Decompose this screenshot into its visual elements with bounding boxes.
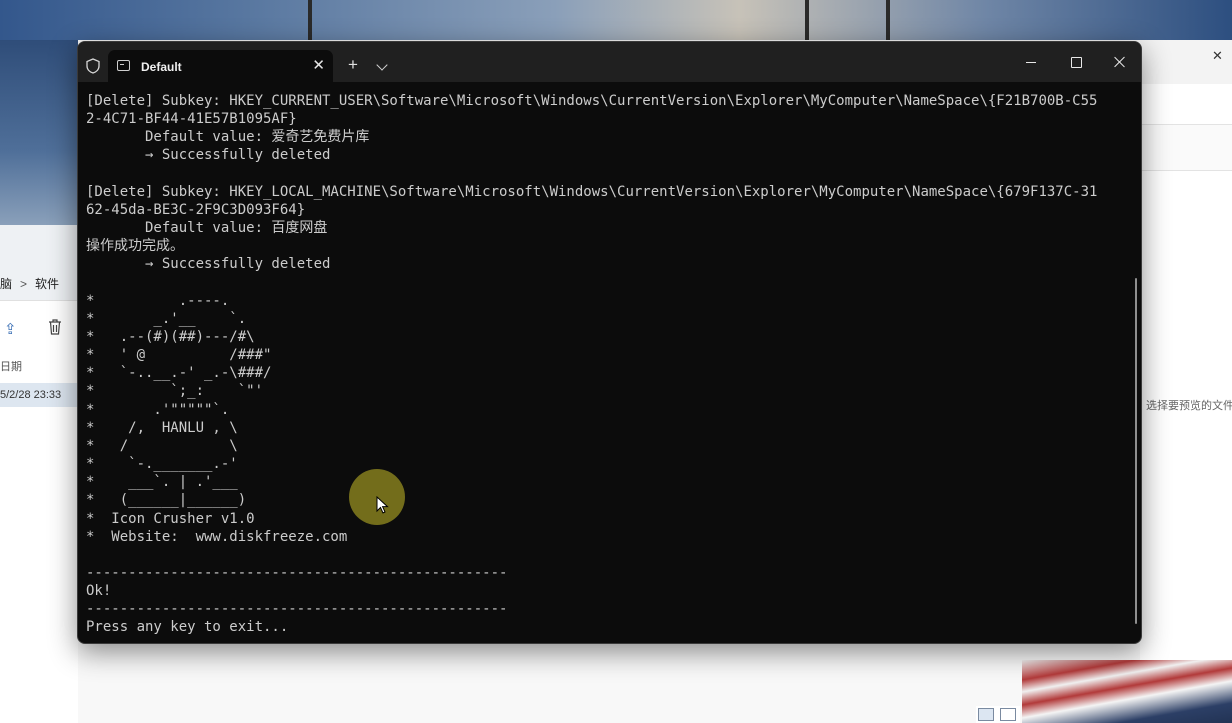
console-line: [Delete] Subkey: HKEY_CURRENT_USER\Softw…: [86, 93, 1098, 109]
file-row-date: 5/2/28 23:33: [0, 389, 62, 401]
ascii-art-line: * ' @ /###": [86, 347, 272, 364]
console-line: → Successfully deleted: [86, 256, 331, 273]
console-line: 62-45da-BE3C-2F9C3D093F64}: [86, 201, 306, 218]
tiles-view-icon[interactable]: [1000, 708, 1016, 721]
separator-line: ----------------------------------------…: [86, 565, 508, 582]
terminal-titlebar[interactable]: Default ✕ +: [78, 42, 1141, 82]
console-line: → Successfully deleted: [86, 147, 331, 164]
ascii-art-line: * .----.: [86, 292, 230, 309]
tab-title: Default: [141, 60, 182, 74]
console-line: 2-4C71-BF44-41E57B1095AF}: [86, 111, 297, 128]
trash-icon[interactable]: [48, 319, 62, 339]
ascii-art-line: * `-..__.-' _.-\###/: [86, 365, 272, 382]
minimize-button[interactable]: [1016, 52, 1046, 72]
ascii-art-line: * .'"""""`.: [86, 401, 230, 418]
ascii-art-line: * / \: [86, 437, 238, 454]
console-line: Default value: 爱奇艺免费片库: [86, 129, 370, 146]
mouse-cursor-icon: [376, 496, 389, 514]
share-icon[interactable]: ⇪: [4, 320, 17, 338]
details-view-icon[interactable]: [978, 708, 994, 721]
console-line: 操作成功完成。: [86, 238, 184, 255]
console-line: [Delete] Subkey: HKEY_LOCAL_MACHINE\Soft…: [86, 183, 1098, 200]
column-header-date[interactable]: 日期: [0, 358, 22, 374]
preview-pane-hint: 选择要预览的文件: [1146, 400, 1232, 412]
console-scrollbar[interactable]: [1135, 278, 1137, 624]
close-icon[interactable]: ✕: [312, 56, 325, 74]
ascii-art-line: * ___`. | .'___: [86, 474, 238, 491]
console-line: Default value: 百度网盘: [86, 220, 328, 237]
separator-line: ----------------------------------------…: [86, 601, 508, 618]
new-tab-button[interactable]: +: [348, 56, 358, 73]
breadcrumb-item[interactable]: 脑: [0, 277, 12, 291]
explorer-wallpaper-peek: [0, 40, 78, 225]
close-icon[interactable]: ✕: [1212, 48, 1223, 64]
breadcrumb-item[interactable]: 软件: [35, 277, 59, 291]
terminal-window: Default ✕ + [Delete] Subkey: HKEY_CURREN…: [77, 41, 1142, 644]
ascii-art-line: * .--(#)(##)---/#\: [86, 329, 255, 345]
terminal-tab-icon: [117, 60, 130, 71]
ascii-art-line: * /, HANLU , \: [86, 419, 238, 436]
chevron-right-icon: >: [20, 277, 28, 291]
shield-icon: [86, 58, 100, 74]
chevron-down-icon[interactable]: [376, 59, 388, 71]
close-window-button[interactable]: [1104, 52, 1134, 72]
ascii-art-line: * `;_: `"': [86, 383, 264, 400]
breadcrumb[interactable]: 脑 > 软件: [0, 275, 59, 292]
exit-prompt-line: Press any key to exit...: [86, 619, 289, 636]
ascii-art-line: * _.'__ `.: [86, 310, 247, 327]
app-version-line: * Icon Crusher v1.0: [86, 510, 255, 527]
tab-default[interactable]: Default ✕: [108, 50, 333, 82]
explorer-toolbar-right: [1140, 125, 1232, 171]
website-line: * Website: www.diskfreeze.com: [86, 528, 348, 545]
explorer-left-edge: 脑 > 软件 ⇪ 日期 5/2/28 23:33: [0, 40, 78, 723]
ascii-art-line: * (______|______): [86, 492, 247, 509]
maximize-button[interactable]: [1061, 52, 1091, 72]
wallpaper-flag: [1022, 660, 1232, 723]
ascii-art-line: * `-._______.-': [86, 456, 238, 473]
status-ok-line: Ok!: [86, 583, 112, 600]
view-toggle: [976, 706, 1020, 723]
console-output[interactable]: [Delete] Subkey: HKEY_CURRENT_USER\Softw…: [86, 92, 1126, 640]
